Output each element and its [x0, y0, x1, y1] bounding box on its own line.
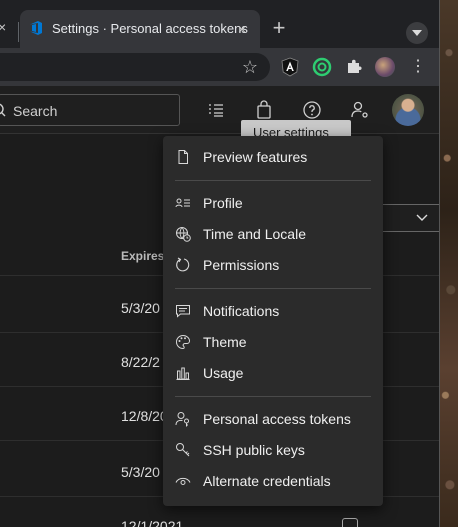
- browser-menu-icon[interactable]: ⋮: [410, 57, 426, 77]
- browser-toolbar: ☆ ⋮: [0, 48, 439, 86]
- filter-dropdown[interactable]: [380, 204, 439, 232]
- chat-icon: [176, 305, 190, 318]
- expires-column-header[interactable]: Expires: [121, 249, 164, 263]
- green-ring-extension-icon[interactable]: [312, 57, 332, 77]
- profile-avatar-icon[interactable]: [375, 57, 395, 77]
- marketplace-bag-icon[interactable]: [254, 100, 274, 120]
- menu-item-ssh-public-keys[interactable]: SSH public keys: [163, 435, 383, 466]
- menu-item-notifications[interactable]: Notifications: [163, 296, 383, 327]
- extensions-puzzle-icon[interactable]: [344, 57, 364, 77]
- angular-extension-icon[interactable]: [280, 57, 300, 77]
- tab-title: Settings · Personal access tokens: [52, 21, 248, 36]
- expires-cell: 8/22/2: [121, 354, 160, 370]
- globe-clock-icon: [176, 227, 191, 242]
- menu-item-label: SSH public keys: [203, 442, 305, 458]
- person-key-icon: [175, 412, 189, 427]
- eye-icon: [175, 477, 191, 485]
- menu-item-alternate-credentials[interactable]: Alternate credentials: [163, 466, 383, 497]
- menu-item-label: Notifications: [203, 303, 280, 319]
- palette-icon: [176, 334, 191, 350]
- menu-item-label: Profile: [203, 195, 243, 211]
- browser-window: × Settings · Personal access tokens × + …: [0, 0, 440, 527]
- document-icon: [178, 150, 188, 164]
- desktop-wallpaper: [440, 0, 458, 527]
- menu-item-theme[interactable]: Theme: [163, 327, 383, 358]
- bookmark-star-icon[interactable]: ☆: [240, 57, 260, 77]
- chevron-down-icon: [416, 214, 428, 221]
- menu-item-label: Time and Locale: [203, 226, 306, 242]
- task-list-icon[interactable]: [206, 100, 226, 120]
- menu-item-label: Preview features: [203, 149, 308, 165]
- new-tab-button[interactable]: +: [268, 17, 290, 40]
- menu-item-usage[interactable]: Usage: [163, 358, 383, 389]
- user-avatar[interactable]: [392, 94, 424, 126]
- search-placeholder: Search: [13, 103, 58, 119]
- tab-strip: × Settings · Personal access tokens × +: [0, 0, 439, 48]
- search-input[interactable]: Search: [0, 94, 180, 126]
- menu-item-label: Usage: [203, 365, 244, 381]
- menu-item-time-and-locale[interactable]: Time and Locale: [163, 219, 383, 250]
- tab-close-icon[interactable]: ×: [234, 21, 250, 37]
- menu-separator: [175, 288, 371, 289]
- row-checkbox[interactable]: [342, 518, 358, 527]
- menu-separator: [175, 396, 371, 397]
- azure-devops-favicon-icon: [30, 21, 42, 35]
- menu-item-personal-access-tokens[interactable]: Personal access tokens: [163, 404, 383, 435]
- user-settings-menu: Preview features Profile Time and Locale: [163, 136, 383, 506]
- address-bar[interactable]: ☆: [0, 53, 270, 81]
- menu-item-label: Personal access tokens: [203, 411, 351, 427]
- menu-item-label: Alternate credentials: [203, 473, 331, 489]
- menu-item-preview-features[interactable]: Preview features: [163, 142, 383, 173]
- tab-search-button[interactable]: [406, 22, 428, 44]
- menu-item-label: Theme: [203, 334, 247, 350]
- app-header: Search: [0, 86, 439, 134]
- menu-item-label: Permissions: [203, 257, 280, 273]
- expires-cell: 5/3/20: [121, 464, 160, 480]
- tab-separator: [18, 22, 19, 42]
- help-icon[interactable]: [302, 100, 322, 120]
- user-settings-icon[interactable]: [350, 100, 370, 120]
- key-icon: [176, 443, 190, 457]
- expires-cell: 5/3/20: [121, 300, 160, 316]
- expires-cell: 12/8/20: [121, 408, 168, 424]
- menu-item-permissions[interactable]: Permissions: [163, 250, 383, 281]
- circular-arrow-icon: [176, 257, 190, 272]
- previous-tab-close-icon[interactable]: ×: [0, 20, 12, 34]
- profile-card-icon: [175, 198, 190, 208]
- expires-cell: 12/1/2021: [121, 518, 184, 527]
- active-tab[interactable]: Settings · Personal access tokens ×: [20, 10, 260, 48]
- search-icon: [0, 103, 6, 117]
- menu-separator: [175, 180, 371, 181]
- bar-chart-icon: [176, 367, 190, 380]
- menu-item-profile[interactable]: Profile: [163, 188, 383, 219]
